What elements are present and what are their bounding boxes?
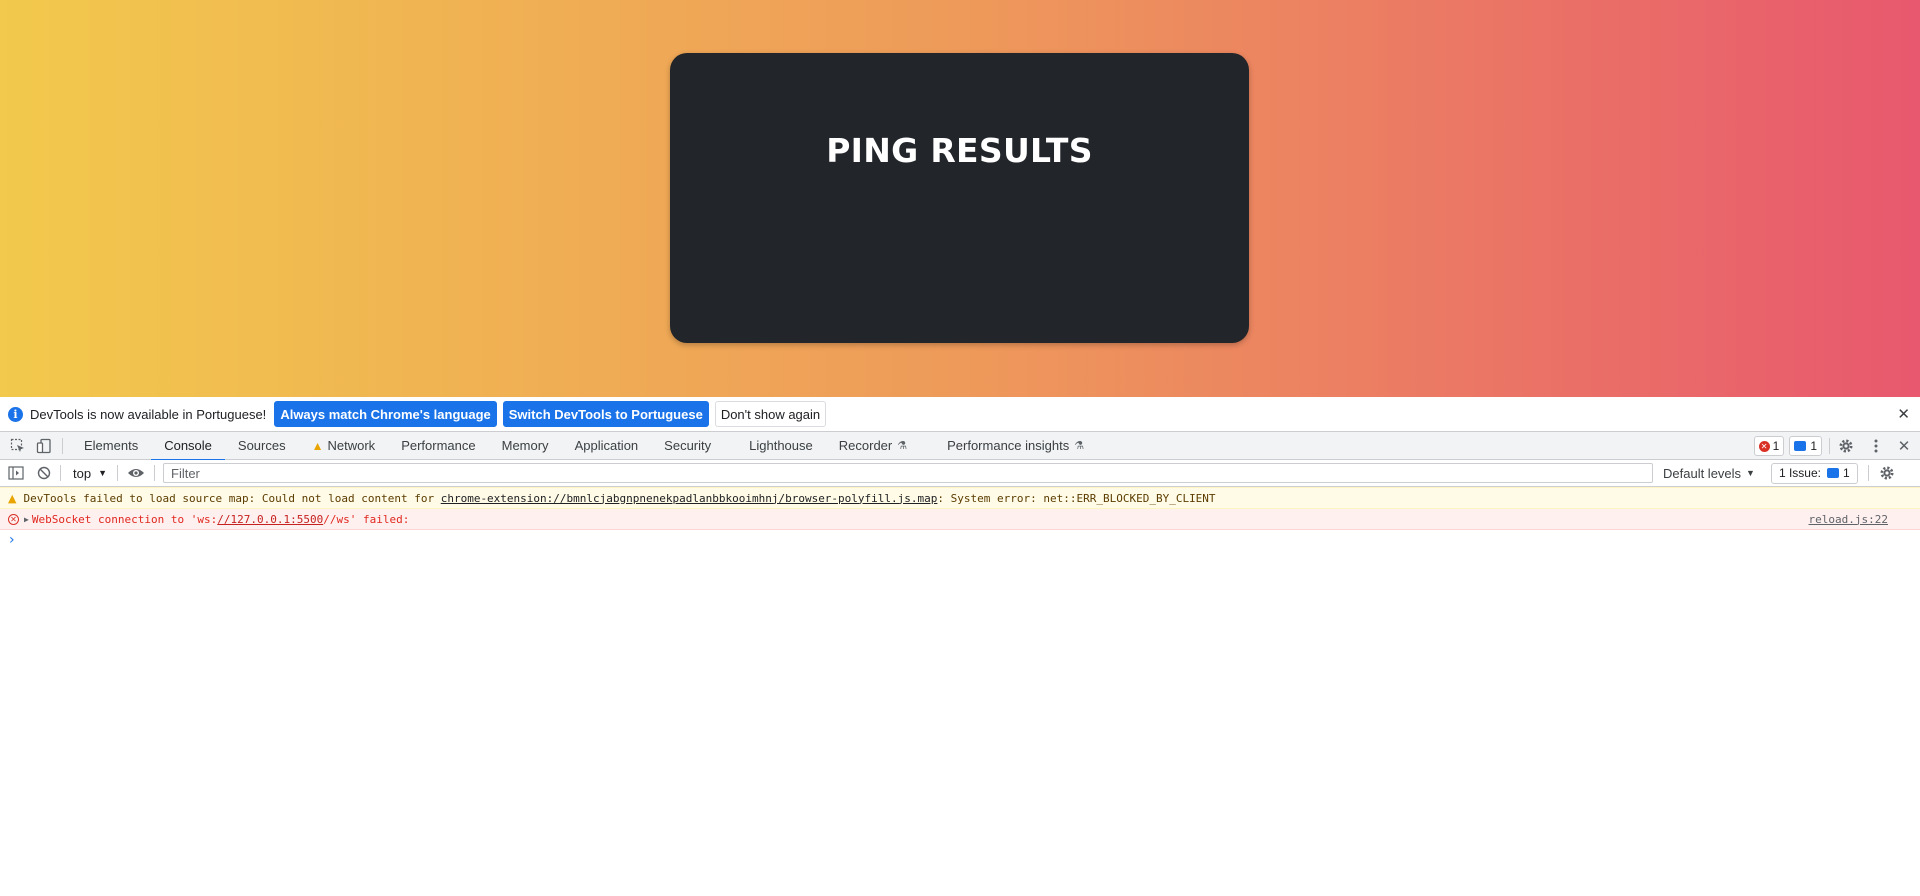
tab-performance-insights[interactable]: Performance insights ⚗ [934,432,1097,460]
toolbar-divider [60,465,61,481]
toolbar-divider [117,465,118,481]
tab-lighthouse[interactable]: Lighthouse [736,432,826,460]
tab-network[interactable]: ▲ Network [299,432,389,460]
log-levels-label: Default levels [1663,465,1742,481]
tab-memory[interactable]: Memory [489,432,562,460]
error-source-link[interactable]: reload.js:22 [1809,513,1888,526]
toolbar-divider [1867,465,1869,481]
message-count-badge[interactable]: 1 [1789,436,1822,456]
card-title: PING RESULTS [826,131,1093,170]
console-error-message: ✕ ▶ WebSocket connection to 'ws: //127.0… [0,509,1920,530]
dont-show-again-button[interactable]: Don't show again [714,401,827,427]
toolbar-divider [154,465,155,481]
context-selector[interactable]: top ▼ [67,466,113,481]
issues-label: 1 Issue: [1778,466,1821,480]
issues-button[interactable]: 1 Issue: 1 [1770,462,1858,484]
devtools-panel: i DevTools is now available in Portugues… [0,397,1920,896]
expand-triangle-icon[interactable]: ▶ [24,515,29,524]
tab-recorder-label: Recorder [838,438,893,453]
tab-recorder[interactable]: Recorder ⚗ [826,432,934,460]
experimental-flask-icon: ⚗ [897,440,908,452]
experimental-flask-icon: ⚗ [1074,440,1085,452]
language-infobar: i DevTools is now available in Portugues… [0,397,1920,432]
dropdown-arrow-icon: ▼ [1746,468,1755,478]
close-devtools-icon[interactable]: ✕ [1894,436,1914,456]
toolbar-divider [62,437,63,454]
context-label: top [73,465,92,481]
error-icon: ✕ [1758,440,1770,452]
dropdown-arrow-icon: ▼ [98,468,107,478]
issues-count: 1 [1843,466,1850,480]
message-count: 1 [1810,439,1817,453]
warning-icon: ▲ [311,438,324,453]
always-match-language-button[interactable]: Always match Chrome's language [274,401,497,427]
live-expression-eye-icon[interactable] [126,463,146,483]
device-toolbar-icon[interactable] [34,436,54,456]
warning-icon: ▲ [8,491,17,505]
warning-text: DevTools failed to load source map: Coul… [23,491,441,505]
error-icon: ✕ [8,513,19,525]
more-options-icon[interactable] [1866,436,1886,456]
sidebar-toggle-icon[interactable] [6,463,26,483]
source-map-url-link[interactable]: chrome-extension://bmnlcjabgnpnenekpadla… [441,492,938,505]
error-suffix: //ws' failed: [323,512,410,526]
devtools-tabbar: Elements Console Sources ▲ Network Perfo… [0,432,1920,461]
tabbar-right-controls: ✕ 1 1 ✕ [1753,432,1920,460]
infobar-message: DevTools is now available in Portuguese! [30,406,267,422]
log-levels-dropdown[interactable]: Default levels ▼ [1663,466,1755,481]
clear-console-icon[interactable] [34,463,54,483]
console-settings-gear-icon[interactable] [1877,463,1897,483]
page-viewport: PING RESULTS [0,0,1920,397]
settings-gear-icon[interactable] [1836,436,1856,456]
tab-application[interactable]: Application [562,432,652,460]
infobar-close-icon[interactable]: ✕ [1897,405,1910,423]
info-icon: i [8,406,23,422]
tab-elements[interactable]: Elements [71,432,151,460]
message-icon [1794,441,1807,451]
switch-to-portuguese-button[interactable]: Switch DevTools to Portuguese [502,401,709,427]
prompt-chevron-icon: › [9,532,15,548]
filter-input[interactable]: Filter [163,463,1653,483]
console-messages: ▲ DevTools failed to load source map: Co… [0,487,1920,550]
error-count-badge[interactable]: ✕ 1 [1753,436,1785,456]
error-count: 1 [1772,439,1780,453]
websocket-url-link[interactable]: //127.0.0.1:5500 [217,513,323,526]
ping-results-card: PING RESULTS [670,53,1249,343]
tab-security[interactable]: Security [651,432,736,460]
console-filterbar: top ▼ Filter Default levels ▼ 1 Issue: 1 [0,460,1920,487]
tab-sources[interactable]: Sources [225,432,299,460]
issue-message-icon [1827,468,1839,478]
toolbar-divider [1829,438,1830,454]
error-text: WebSocket connection to 'ws: [31,512,218,526]
tab-performance[interactable]: Performance [388,432,488,460]
console-warning-message: ▲ DevTools failed to load source map: Co… [0,487,1920,509]
tab-performance-insights-label: Performance insights [947,438,1070,453]
console-prompt[interactable]: › [0,530,1920,550]
tab-network-label: Network [327,438,376,453]
tab-console[interactable]: Console [151,432,225,461]
inspect-element-icon[interactable] [8,436,28,456]
warning-suffix: : System error: net::ERR_BLOCKED_BY_CLIE… [937,491,1216,505]
